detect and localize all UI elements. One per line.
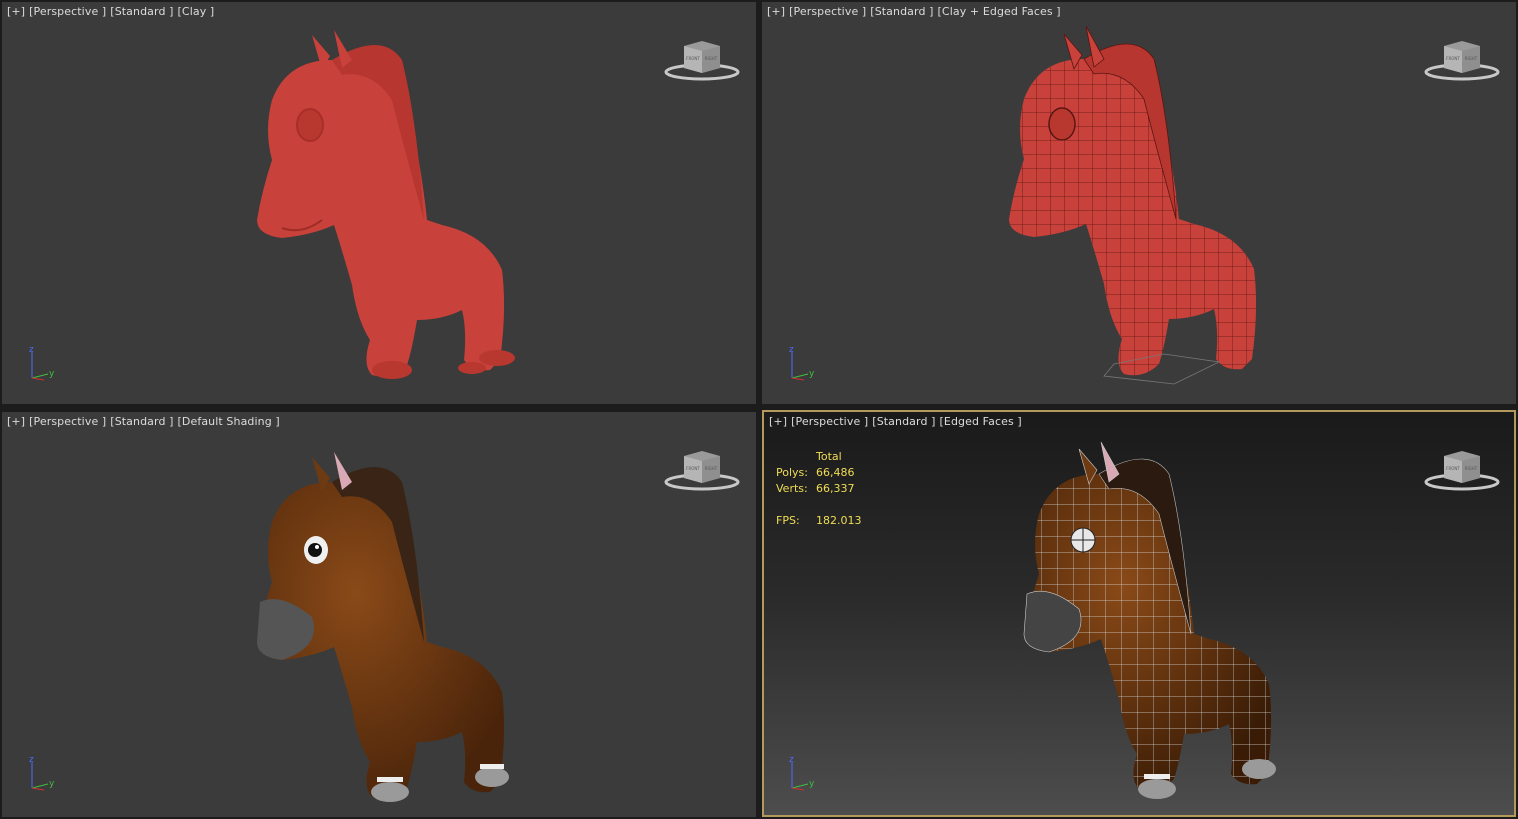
stats-header: Total [816, 450, 842, 463]
viewcube-right-label: RIGHT [705, 56, 718, 61]
viewport-label: [+] [Perspective ] [Standard ] [Clay ] [7, 5, 218, 18]
fps-label: FPS: [776, 514, 800, 527]
viewport-preset-menu[interactable]: [Standard ] [872, 415, 935, 428]
viewport-preset-menu[interactable]: [Standard ] [870, 5, 933, 18]
axis-tripod-icon: z y [784, 344, 820, 384]
viewport-view-menu[interactable]: [Perspective ] [791, 415, 868, 428]
verts-value: 66,337 [816, 482, 855, 495]
viewport-bottom-left[interactable]: [+] [Perspective ] [Standard ] [Default Sha… [2, 412, 756, 817]
viewport-preset-menu[interactable]: [Standard ] [110, 5, 173, 18]
viewport-label: [+] [Perspective ] [Standard ] [Default Sha… [7, 415, 284, 428]
viewcube-front-label: FRONT [1446, 466, 1460, 471]
polys-label: Polys: [776, 466, 808, 479]
viewcube-right-label: RIGHT [1465, 56, 1478, 61]
viewcube-front-label: FRONT [686, 466, 700, 471]
svg-text:y: y [809, 369, 815, 379]
viewcube-front-label: FRONT [686, 56, 700, 61]
svg-text:z: z [29, 345, 34, 355]
polys-value: 66,486 [816, 466, 855, 479]
viewport-menu-plus[interactable]: [+] [7, 415, 25, 428]
viewcube[interactable]: FRONT RIGHT [1422, 446, 1502, 494]
horse-model-shaded[interactable] [242, 442, 532, 812]
viewport-top-right[interactable]: [+] [Perspective ] [Standard ] [Clay + Edge… [762, 2, 1516, 404]
fps-value: 182.013 [816, 514, 862, 527]
verts-label: Verts: [776, 482, 808, 495]
svg-text:z: z [789, 755, 794, 765]
svg-text:y: y [49, 779, 55, 789]
horse-model-edged[interactable] [1009, 424, 1299, 809]
svg-text:z: z [789, 345, 794, 355]
axis-tripod-icon: z y [784, 754, 820, 794]
viewcube-right-label: RIGHT [705, 466, 718, 471]
viewport-menu-plus[interactable]: [+] [7, 5, 25, 18]
viewcube[interactable]: FRONT RIGHT [662, 446, 742, 494]
svg-text:z: z [29, 755, 34, 765]
svg-text:y: y [49, 369, 55, 379]
viewport-menu-plus[interactable]: [+] [769, 415, 787, 428]
viewport-preset-menu[interactable]: [Standard ] [110, 415, 173, 428]
viewport-view-menu[interactable]: [Perspective ] [29, 5, 106, 18]
horse-model-clay-wire[interactable] [994, 14, 1284, 389]
viewcube[interactable]: FRONT RIGHT [662, 36, 742, 84]
horse-model-clay[interactable] [242, 20, 532, 390]
viewcube-front-label: FRONT [1446, 56, 1460, 61]
viewport-view-menu[interactable]: [Perspective ] [29, 415, 106, 428]
viewport-label: [+] [Perspective ] [Standard ] [Edged Faces… [769, 415, 1026, 428]
viewport-shading-menu[interactable]: [Default Shading ] [178, 415, 280, 428]
viewcube[interactable]: FRONT RIGHT [1422, 36, 1502, 84]
svg-text:y: y [809, 779, 815, 789]
viewport-view-menu[interactable]: [Perspective ] [789, 5, 866, 18]
viewcube-right-label: RIGHT [1465, 466, 1478, 471]
viewport-shading-menu[interactable]: [Clay ] [178, 5, 215, 18]
axis-tripod-icon: z y [24, 344, 60, 384]
viewport-top-left[interactable]: [+] [Perspective ] [Standard ] [Clay ] FRON… [2, 2, 756, 404]
viewport-menu-plus[interactable]: [+] [767, 5, 785, 18]
viewport-bottom-right-active[interactable]: [+] [Perspective ] [Standard ] [Edged Faces… [762, 410, 1516, 817]
axis-tripod-icon: z y [24, 754, 60, 794]
